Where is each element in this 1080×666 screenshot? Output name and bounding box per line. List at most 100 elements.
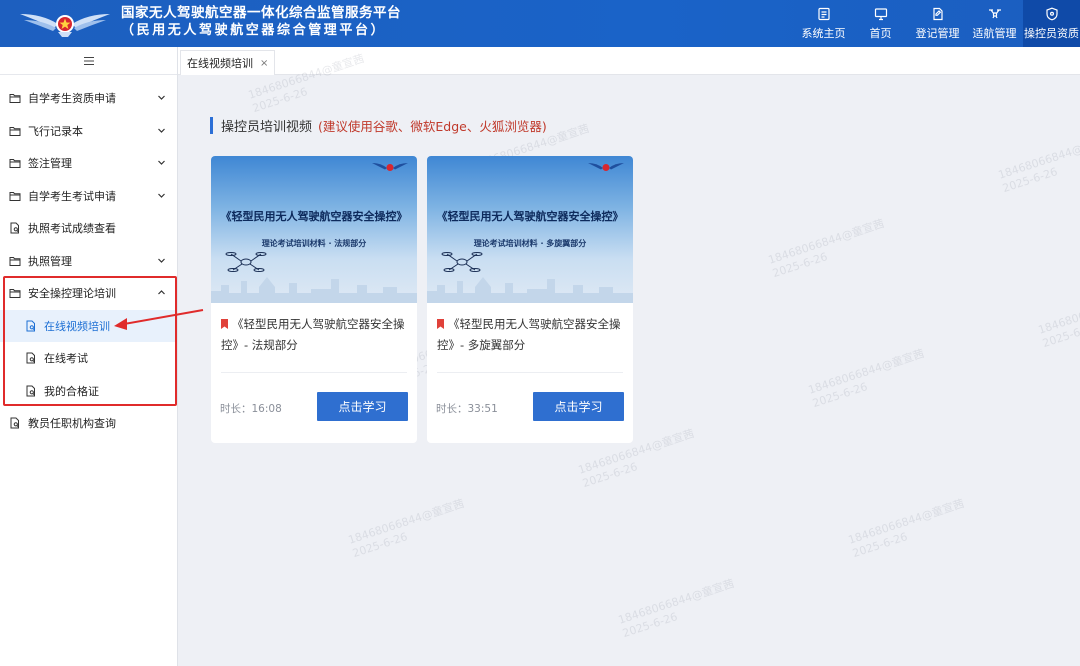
caac-wings-logo-icon [588, 163, 624, 171]
duration-label: 时长： [220, 403, 252, 415]
nav-label: 操控员资质 [1024, 26, 1079, 40]
sidebar-subitem-my-certificate[interactable]: 我的合格证 [0, 375, 177, 408]
bookmark-icon [221, 319, 228, 329]
card-divider [221, 372, 407, 373]
caac-wings-logo-icon [372, 163, 408, 171]
sidebar-subitem-label: 在线考试 [44, 352, 88, 366]
video-card[interactable]: 《轻型民用无人驾驶航空器安全操控》 理论考试培训材料 · 多旋翼部分 《轻型民用… [427, 156, 633, 443]
chevron-up-icon [158, 290, 165, 295]
document-edit-icon [932, 7, 943, 20]
folder-icon [9, 191, 21, 201]
video-title[interactable]: 《轻型民用无人驾驶航空器安全操控》- 法规部分 [221, 314, 407, 356]
watermark: 18468066844@童宣茜2025-6-26 [616, 576, 736, 641]
sidebar-subitem-label: 在线视频培训 [44, 319, 110, 333]
folder-icon [9, 126, 21, 136]
sidebar-item-self-study-exam[interactable]: 自学考生考试申请 [0, 180, 177, 213]
file-search-icon [26, 320, 35, 332]
sidebar-item-label: 自学考生考试申请 [28, 189, 116, 203]
sidebar-item-license[interactable]: 执照管理 [0, 245, 177, 278]
sidebar-toggle[interactable] [0, 47, 177, 75]
sidebar-item-self-study-qualification[interactable]: 自学考生资质申请 [0, 82, 177, 115]
video-thumbnail[interactable]: 《轻型民用无人驾驶航空器安全操控》 理论考试培训材料 · 法规部分 [211, 156, 417, 303]
chevron-down-icon [158, 258, 165, 263]
watermark: 18468066844@童宣茜2025-6-26 [766, 216, 886, 281]
watermark: 18468066844@童宣茜2025-6-26 [846, 496, 966, 561]
file-search-icon [26, 352, 35, 364]
top-header: 国家无人驾驶航空器一体化综合监管服务平台 （民用无人驾驶航空器综合管理平台） 系… [0, 0, 1080, 47]
file-search-icon [26, 385, 35, 397]
platform-title-line1: 国家无人驾驶航空器一体化综合监管服务平台 [121, 5, 401, 21]
dashboard-icon [817, 7, 830, 20]
nav-label: 登记管理 [915, 26, 960, 40]
monitor-icon [874, 7, 887, 20]
tab-online-video-training[interactable]: 在线视频培训 × [180, 50, 276, 75]
card-divider [437, 372, 623, 373]
nav-label: 首页 [869, 26, 892, 40]
sidebar-menu: 自学考生资质申请 飞行记录本 签注管理 自学考生考试申请 执照考试成绩查看 执照… [0, 82, 177, 440]
tab-bar: 在线视频培训 × [178, 47, 1080, 75]
sidebar-item-label: 安全操控理论培训 [28, 287, 116, 301]
thumbnail-title: 《轻型民用无人驾驶航空器安全操控》 [436, 210, 624, 223]
nav-operator-qualification[interactable]: 操控员资质 [1023, 0, 1080, 47]
sidebar-item-label: 签注管理 [28, 157, 72, 171]
sidebar: 自学考生资质申请 飞行记录本 签注管理 自学考生考试申请 执照考试成绩查看 执照… [0, 47, 178, 666]
nav-label: 适航管理 [972, 26, 1017, 40]
nav-system-home[interactable]: 系统主页 [795, 0, 852, 47]
bookmark-icon [437, 319, 444, 329]
duration-value: 16:08 [251, 403, 282, 415]
duration-value: 33:51 [467, 403, 498, 415]
chevron-down-icon [158, 160, 165, 165]
section-title: 操控员培训视频 (建议使用谷歌、微软Edge、火狐浏览器) [210, 117, 547, 135]
city-skyline-illustration [211, 277, 417, 303]
sidebar-item-flight-logbook[interactable]: 飞行记录本 [0, 115, 177, 148]
sidebar-item-label: 飞行记录本 [28, 124, 83, 138]
sidebar-item-safety-training[interactable]: 安全操控理论培训 [0, 277, 177, 310]
watermark: 18468066844@童宣茜2025-6-26 [806, 346, 926, 411]
sidebar-item-label: 自学考生资质申请 [28, 92, 116, 106]
folder-icon [9, 289, 21, 299]
browser-recommendation-note: (建议使用谷歌、微软Edge、火狐浏览器) [318, 119, 547, 134]
sidebar-item-exam-scores[interactable]: 执照考试成绩查看 [0, 212, 177, 245]
video-duration: 时长：33:51 [436, 401, 498, 416]
tab-label: 在线视频培训 [187, 57, 253, 70]
caac-wings-logo-icon [20, 14, 110, 37]
sidebar-item-label: 教员任职机构查询 [28, 417, 116, 431]
watermark: 18468066844@童宣茜2025-6-26 [996, 131, 1080, 196]
folder-icon [9, 256, 21, 266]
start-study-button[interactable]: 点击学习 [317, 392, 408, 421]
nav-airworthiness[interactable]: 适航管理 [966, 0, 1023, 47]
chevron-down-icon [158, 95, 165, 100]
main-content: 18468066844@童宣茜 2025-6-26 18468066844@童宣茜… [178, 52, 1080, 666]
top-nav: 系统主页 首页 登记管理 适航管理 操控员资质 [795, 0, 1080, 47]
platform-title-line2: （民用无人驾驶航空器综合管理平台） [121, 23, 387, 38]
watermark: 18468066844@童宣茜2025-6-26 [346, 496, 466, 561]
close-icon[interactable]: × [260, 58, 268, 69]
start-study-button[interactable]: 点击学习 [533, 392, 624, 421]
watermark: 18468066844@童宣茜2025-6-26 [1036, 286, 1080, 351]
shield-icon [1045, 7, 1058, 20]
sidebar-subitem-online-exam[interactable]: 在线考试 [0, 342, 177, 375]
drone-icon [988, 8, 1001, 18]
sidebar-item-label: 执照管理 [28, 254, 72, 268]
section-title-main: 操控员培训视频 [221, 120, 313, 135]
chevron-down-icon [158, 193, 165, 198]
nav-label: 系统主页 [801, 26, 846, 40]
video-card[interactable]: 《轻型民用无人驾驶航空器安全操控》 理论考试培训材料 · 法规部分 《轻型民用无… [211, 156, 417, 443]
duration-label: 时长： [436, 403, 468, 415]
video-title-text: 《轻型民用无人驾驶航空器安全操控》- 多旋翼部分 [437, 317, 621, 352]
sidebar-subitem-online-video[interactable]: 在线视频培训 [0, 309, 177, 342]
sidebar-item-instructor-institution[interactable]: 教员任职机构查询 [0, 407, 177, 440]
video-duration: 时长：16:08 [220, 401, 282, 416]
thumbnail-title: 《轻型民用无人驾驶航空器安全操控》 [220, 210, 408, 223]
hamburger-icon [83, 56, 94, 65]
video-title-text: 《轻型民用无人驾驶航空器安全操控》- 法规部分 [221, 317, 405, 352]
city-skyline-illustration [427, 277, 633, 303]
sidebar-item-endorsement[interactable]: 签注管理 [0, 147, 177, 180]
sidebar-subitem-label: 我的合格证 [44, 384, 99, 398]
video-title[interactable]: 《轻型民用无人驾驶航空器安全操控》- 多旋翼部分 [437, 314, 623, 356]
nav-home[interactable]: 首页 [852, 0, 909, 47]
folder-icon [9, 94, 21, 104]
video-thumbnail[interactable]: 《轻型民用无人驾驶航空器安全操控》 理论考试培训材料 · 多旋翼部分 [427, 156, 633, 303]
nav-registration[interactable]: 登记管理 [909, 0, 966, 47]
folder-icon [9, 159, 21, 169]
